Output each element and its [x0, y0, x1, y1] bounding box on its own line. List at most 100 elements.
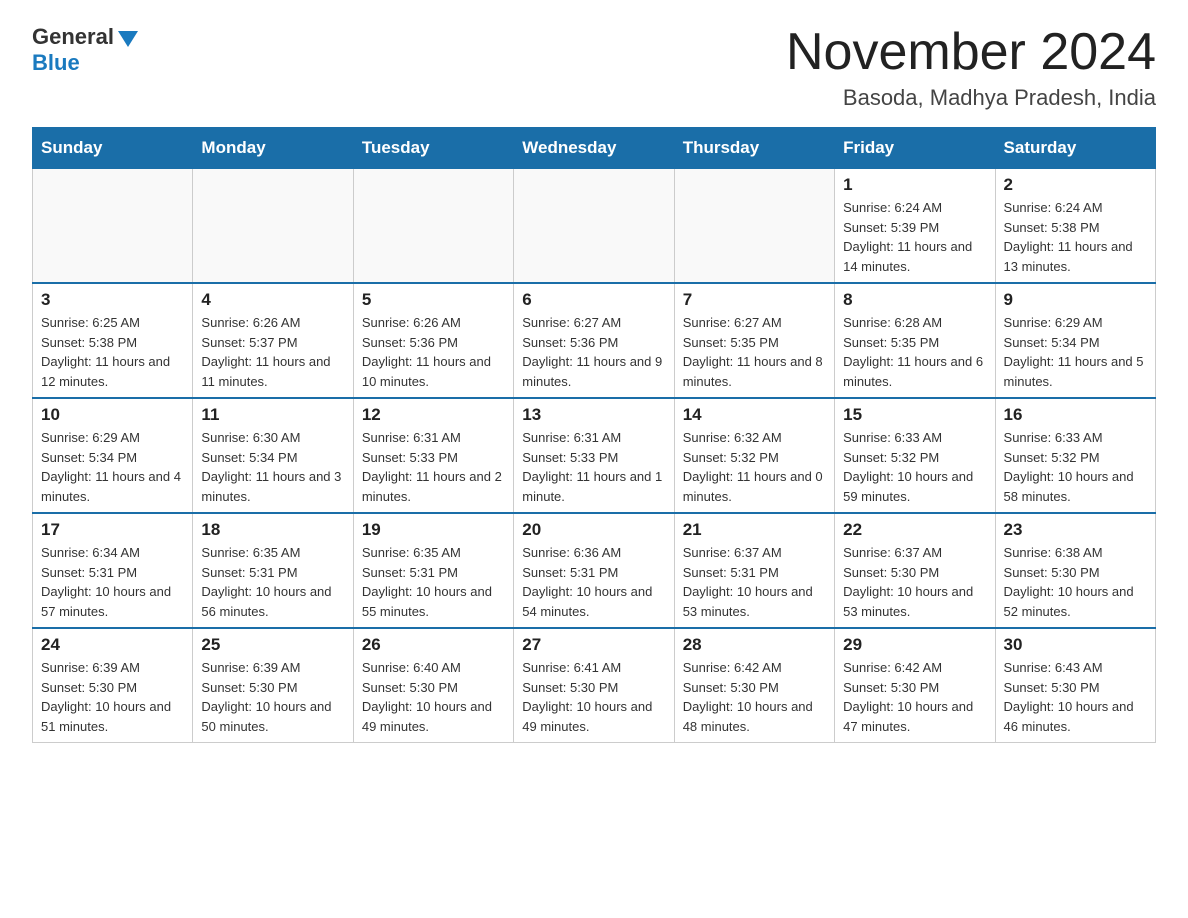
calendar-cell: 6 Sunrise: 6:27 AMSunset: 5:36 PMDaylight… — [514, 283, 674, 398]
calendar-cell: 13Sunrise: 6:31 AMSunset: 5:33 PMDayligh… — [514, 398, 674, 513]
day-detail: Sunrise: 6:39 AMSunset: 5:30 PMDaylight:… — [41, 658, 184, 736]
location-title: Basoda, Madhya Pradesh, India — [786, 85, 1156, 111]
logo-triangle-icon — [118, 31, 138, 47]
day-number: 10 — [41, 405, 184, 425]
day-detail: Sunrise: 6:43 AMSunset: 5:30 PMDaylight:… — [1004, 658, 1147, 736]
day-detail: Sunrise: 6:29 AMSunset: 5:34 PMDaylight:… — [1004, 313, 1147, 391]
day-detail: Sunrise: 6:27 AMSunset: 5:35 PMDaylight:… — [683, 313, 826, 391]
day-number: 30 — [1004, 635, 1147, 655]
weekday-header-sunday: Sunday — [33, 128, 193, 169]
day-detail: Sunrise: 6:42 AMSunset: 5:30 PMDaylight:… — [843, 658, 986, 736]
calendar-cell: 19Sunrise: 6:35 AMSunset: 5:31 PMDayligh… — [353, 513, 513, 628]
day-number: 28 — [683, 635, 826, 655]
day-number: 9 — [1004, 290, 1147, 310]
day-number: 25 — [201, 635, 344, 655]
weekday-header-friday: Friday — [835, 128, 995, 169]
logo-text: General — [32, 24, 140, 50]
calendar-cell: 8Sunrise: 6:28 AMSunset: 5:35 PMDaylight… — [835, 283, 995, 398]
calendar-cell: 3 Sunrise: 6:25 AMSunset: 5:38 PMDaylight… — [33, 283, 193, 398]
day-detail: Sunrise: 6:40 AMSunset: 5:30 PMDaylight:… — [362, 658, 505, 736]
day-number: 12 — [362, 405, 505, 425]
calendar-cell: 17 Sunrise: 6:34 AMSunset: 5:31 PMDayligh… — [33, 513, 193, 628]
day-detail: Sunrise: 6:31 AMSunset: 5:33 PMDaylight:… — [522, 428, 665, 506]
calendar-week-5: 24Sunrise: 6:39 AMSunset: 5:30 PMDayligh… — [33, 628, 1156, 743]
day-number: 11 — [201, 405, 344, 425]
calendar-header-row: SundayMondayTuesdayWednesdayThursdayFrid… — [33, 128, 1156, 169]
day-number: 26 — [362, 635, 505, 655]
day-detail: Sunrise: 6:42 AMSunset: 5:30 PMDaylight:… — [683, 658, 826, 736]
calendar-cell: 1 Sunrise: 6:24 AMSunset: 5:39 PMDaylight… — [835, 169, 995, 284]
calendar-cell: 12 Sunrise: 6:31 AMSunset: 5:33 PMDayligh… — [353, 398, 513, 513]
calendar-week-2: 3 Sunrise: 6:25 AMSunset: 5:38 PMDaylight… — [33, 283, 1156, 398]
day-number: 15 — [843, 405, 986, 425]
day-number: 1 — [843, 175, 986, 195]
calendar-cell: 26 Sunrise: 6:40 AMSunset: 5:30 PMDayligh… — [353, 628, 513, 743]
calendar-cell: 9 Sunrise: 6:29 AMSunset: 5:34 PMDaylight… — [995, 283, 1155, 398]
day-number: 7 — [683, 290, 826, 310]
day-detail: Sunrise: 6:29 AMSunset: 5:34 PMDaylight:… — [41, 428, 184, 506]
day-number: 5 — [362, 290, 505, 310]
day-detail: Sunrise: 6:36 AMSunset: 5:31 PMDaylight:… — [522, 543, 665, 621]
day-detail: Sunrise: 6:26 AMSunset: 5:37 PMDaylight:… — [201, 313, 344, 391]
calendar-cell: 29 Sunrise: 6:42 AMSunset: 5:30 PMDayligh… — [835, 628, 995, 743]
day-detail: Sunrise: 6:39 AMSunset: 5:30 PMDaylight:… — [201, 658, 344, 736]
calendar-cell: 23Sunrise: 6:38 AMSunset: 5:30 PMDayligh… — [995, 513, 1155, 628]
day-detail: Sunrise: 6:33 AMSunset: 5:32 PMDaylight:… — [1004, 428, 1147, 506]
calendar-cell: 28 Sunrise: 6:42 AMSunset: 5:30 PMDayligh… — [674, 628, 834, 743]
day-detail: Sunrise: 6:37 AMSunset: 5:30 PMDaylight:… — [843, 543, 986, 621]
day-number: 20 — [522, 520, 665, 540]
calendar-table: SundayMondayTuesdayWednesdayThursdayFrid… — [32, 127, 1156, 743]
calendar-cell: 15Sunrise: 6:33 AMSunset: 5:32 PMDayligh… — [835, 398, 995, 513]
day-number: 29 — [843, 635, 986, 655]
calendar-cell: 21 Sunrise: 6:37 AMSunset: 5:31 PMDayligh… — [674, 513, 834, 628]
day-detail: Sunrise: 6:30 AMSunset: 5:34 PMDaylight:… — [201, 428, 344, 506]
logo: General Blue — [32, 24, 140, 76]
day-number: 17 — [41, 520, 184, 540]
calendar-cell: 5 Sunrise: 6:26 AMSunset: 5:36 PMDaylight… — [353, 283, 513, 398]
calendar-week-4: 17 Sunrise: 6:34 AMSunset: 5:31 PMDayligh… — [33, 513, 1156, 628]
calendar-cell — [33, 169, 193, 284]
day-detail: Sunrise: 6:35 AMSunset: 5:31 PMDaylight:… — [201, 543, 344, 621]
day-number: 3 — [41, 290, 184, 310]
weekday-header-wednesday: Wednesday — [514, 128, 674, 169]
day-detail: Sunrise: 6:34 AMSunset: 5:31 PMDaylight:… — [41, 543, 184, 621]
day-number: 27 — [522, 635, 665, 655]
day-detail: Sunrise: 6:27 AMSunset: 5:36 PMDaylight:… — [522, 313, 665, 391]
calendar-cell: 24Sunrise: 6:39 AMSunset: 5:30 PMDayligh… — [33, 628, 193, 743]
day-detail: Sunrise: 6:26 AMSunset: 5:36 PMDaylight:… — [362, 313, 505, 391]
weekday-header-saturday: Saturday — [995, 128, 1155, 169]
weekday-header-monday: Monday — [193, 128, 353, 169]
month-title: November 2024 — [786, 24, 1156, 81]
day-detail: Sunrise: 6:25 AMSunset: 5:38 PMDaylight:… — [41, 313, 184, 391]
day-detail: Sunrise: 6:38 AMSunset: 5:30 PMDaylight:… — [1004, 543, 1147, 621]
day-detail: Sunrise: 6:32 AMSunset: 5:32 PMDaylight:… — [683, 428, 826, 506]
weekday-header-tuesday: Tuesday — [353, 128, 513, 169]
day-number: 16 — [1004, 405, 1147, 425]
calendar-week-1: 1 Sunrise: 6:24 AMSunset: 5:39 PMDaylight… — [33, 169, 1156, 284]
calendar-cell: 10 Sunrise: 6:29 AMSunset: 5:34 PMDayligh… — [33, 398, 193, 513]
calendar-cell: 27Sunrise: 6:41 AMSunset: 5:30 PMDayligh… — [514, 628, 674, 743]
calendar-cell: 4 Sunrise: 6:26 AMSunset: 5:37 PMDaylight… — [193, 283, 353, 398]
day-number: 4 — [201, 290, 344, 310]
calendar-week-3: 10 Sunrise: 6:29 AMSunset: 5:34 PMDayligh… — [33, 398, 1156, 513]
day-number: 6 — [522, 290, 665, 310]
calendar-cell: 22 Sunrise: 6:37 AMSunset: 5:30 PMDayligh… — [835, 513, 995, 628]
calendar-cell: 11 Sunrise: 6:30 AMSunset: 5:34 PMDayligh… — [193, 398, 353, 513]
calendar-cell: 20 Sunrise: 6:36 AMSunset: 5:31 PMDayligh… — [514, 513, 674, 628]
day-detail: Sunrise: 6:24 AMSunset: 5:39 PMDaylight:… — [843, 198, 986, 276]
day-detail: Sunrise: 6:37 AMSunset: 5:31 PMDaylight:… — [683, 543, 826, 621]
calendar-cell: 14 Sunrise: 6:32 AMSunset: 5:32 PMDayligh… — [674, 398, 834, 513]
day-number: 14 — [683, 405, 826, 425]
calendar-cell: 18Sunrise: 6:35 AMSunset: 5:31 PMDayligh… — [193, 513, 353, 628]
day-detail: Sunrise: 6:35 AMSunset: 5:31 PMDaylight:… — [362, 543, 505, 621]
title-block: November 2024 Basoda, Madhya Pradesh, In… — [786, 24, 1156, 111]
calendar-cell: 7 Sunrise: 6:27 AMSunset: 5:35 PMDaylight… — [674, 283, 834, 398]
logo-blue: Blue — [32, 50, 80, 76]
day-detail: Sunrise: 6:31 AMSunset: 5:33 PMDaylight:… — [362, 428, 505, 506]
logo-general: General — [32, 24, 114, 50]
calendar-cell — [514, 169, 674, 284]
calendar-cell — [353, 169, 513, 284]
calendar-cell: 25 Sunrise: 6:39 AMSunset: 5:30 PMDayligh… — [193, 628, 353, 743]
day-number: 21 — [683, 520, 826, 540]
day-number: 22 — [843, 520, 986, 540]
